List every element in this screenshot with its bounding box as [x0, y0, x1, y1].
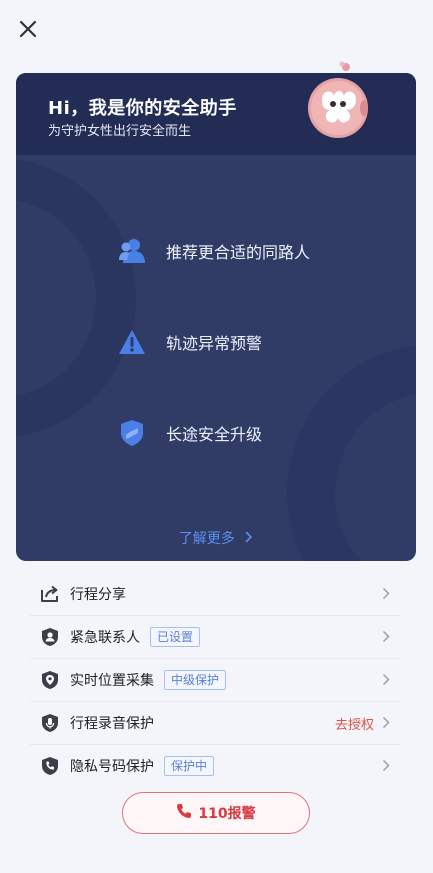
shield-icon	[116, 417, 148, 449]
status-badge: 中级保护	[164, 670, 227, 690]
close-button[interactable]	[14, 15, 42, 43]
card-subtitle: 为守护女性出行安全而生	[48, 124, 192, 139]
feature-item-warning: 轨迹异常预警	[116, 326, 262, 358]
list-item-trip-share[interactable]: 行程分享	[30, 573, 400, 616]
authorize-link[interactable]: 去授权	[335, 714, 374, 733]
feature-item-long-trip: 长途安全升级	[116, 417, 262, 449]
list-item-label: 实时位置采集	[70, 673, 154, 689]
list-item-label: 隐私号码保护	[70, 759, 154, 775]
people-icon	[116, 235, 148, 267]
close-icon	[19, 20, 37, 38]
feature-label: 轨迹异常预警	[166, 334, 263, 353]
microphone-shield-icon	[39, 712, 61, 734]
list-item-label: 紧急联系人	[70, 630, 140, 646]
list-item-privacy-number[interactable]: 隐私号码保护 保护中	[30, 745, 400, 787]
list-item-location-collect[interactable]: 实时位置采集 中级保护	[30, 659, 400, 702]
contact-shield-icon	[39, 626, 61, 648]
card-title: Hi，我是你的安全助手	[48, 98, 237, 119]
feature-item-companion: 推荐更合适的同路人	[116, 235, 310, 267]
feature-label: 长途安全升级	[166, 425, 263, 444]
learn-more-link[interactable]: 了解更多	[16, 528, 416, 548]
feature-label: 推荐更合适的同路人	[166, 243, 311, 262]
safety-options-list: 行程分享 紧急联系人 已设置 实时位置采集 中级保护 行程录音保护 去授权 隐私…	[30, 573, 400, 787]
chevron-right-icon	[241, 531, 253, 547]
status-badge: 保护中	[164, 756, 215, 776]
share-icon	[39, 583, 61, 605]
call-button-label: 110报警	[198, 806, 256, 822]
warning-icon	[116, 326, 148, 358]
chevron-right-icon	[382, 714, 390, 733]
chevron-right-icon	[382, 628, 390, 647]
location-shield-icon	[39, 669, 61, 691]
list-item-label: 行程录音保护	[70, 716, 154, 732]
list-item-recording[interactable]: 行程录音保护 去授权	[30, 702, 400, 745]
chevron-right-icon	[382, 757, 390, 776]
safety-intro-card: Hi，我是你的安全助手 为守护女性出行安全而生 推荐更合适的同路人 轨迹异常预警	[16, 73, 416, 561]
list-item-emergency-contact[interactable]: 紧急联系人 已设置	[30, 616, 400, 659]
mascot-avatar	[306, 60, 372, 140]
chevron-right-icon	[382, 671, 390, 690]
list-item-label: 行程分享	[70, 587, 126, 603]
chevron-right-icon	[382, 585, 390, 604]
call-110-button[interactable]: 110报警	[122, 792, 310, 834]
learn-more-label: 了解更多	[178, 531, 235, 547]
phone-icon	[176, 803, 192, 823]
status-badge: 已设置	[150, 627, 201, 647]
phone-shield-icon	[39, 755, 61, 777]
